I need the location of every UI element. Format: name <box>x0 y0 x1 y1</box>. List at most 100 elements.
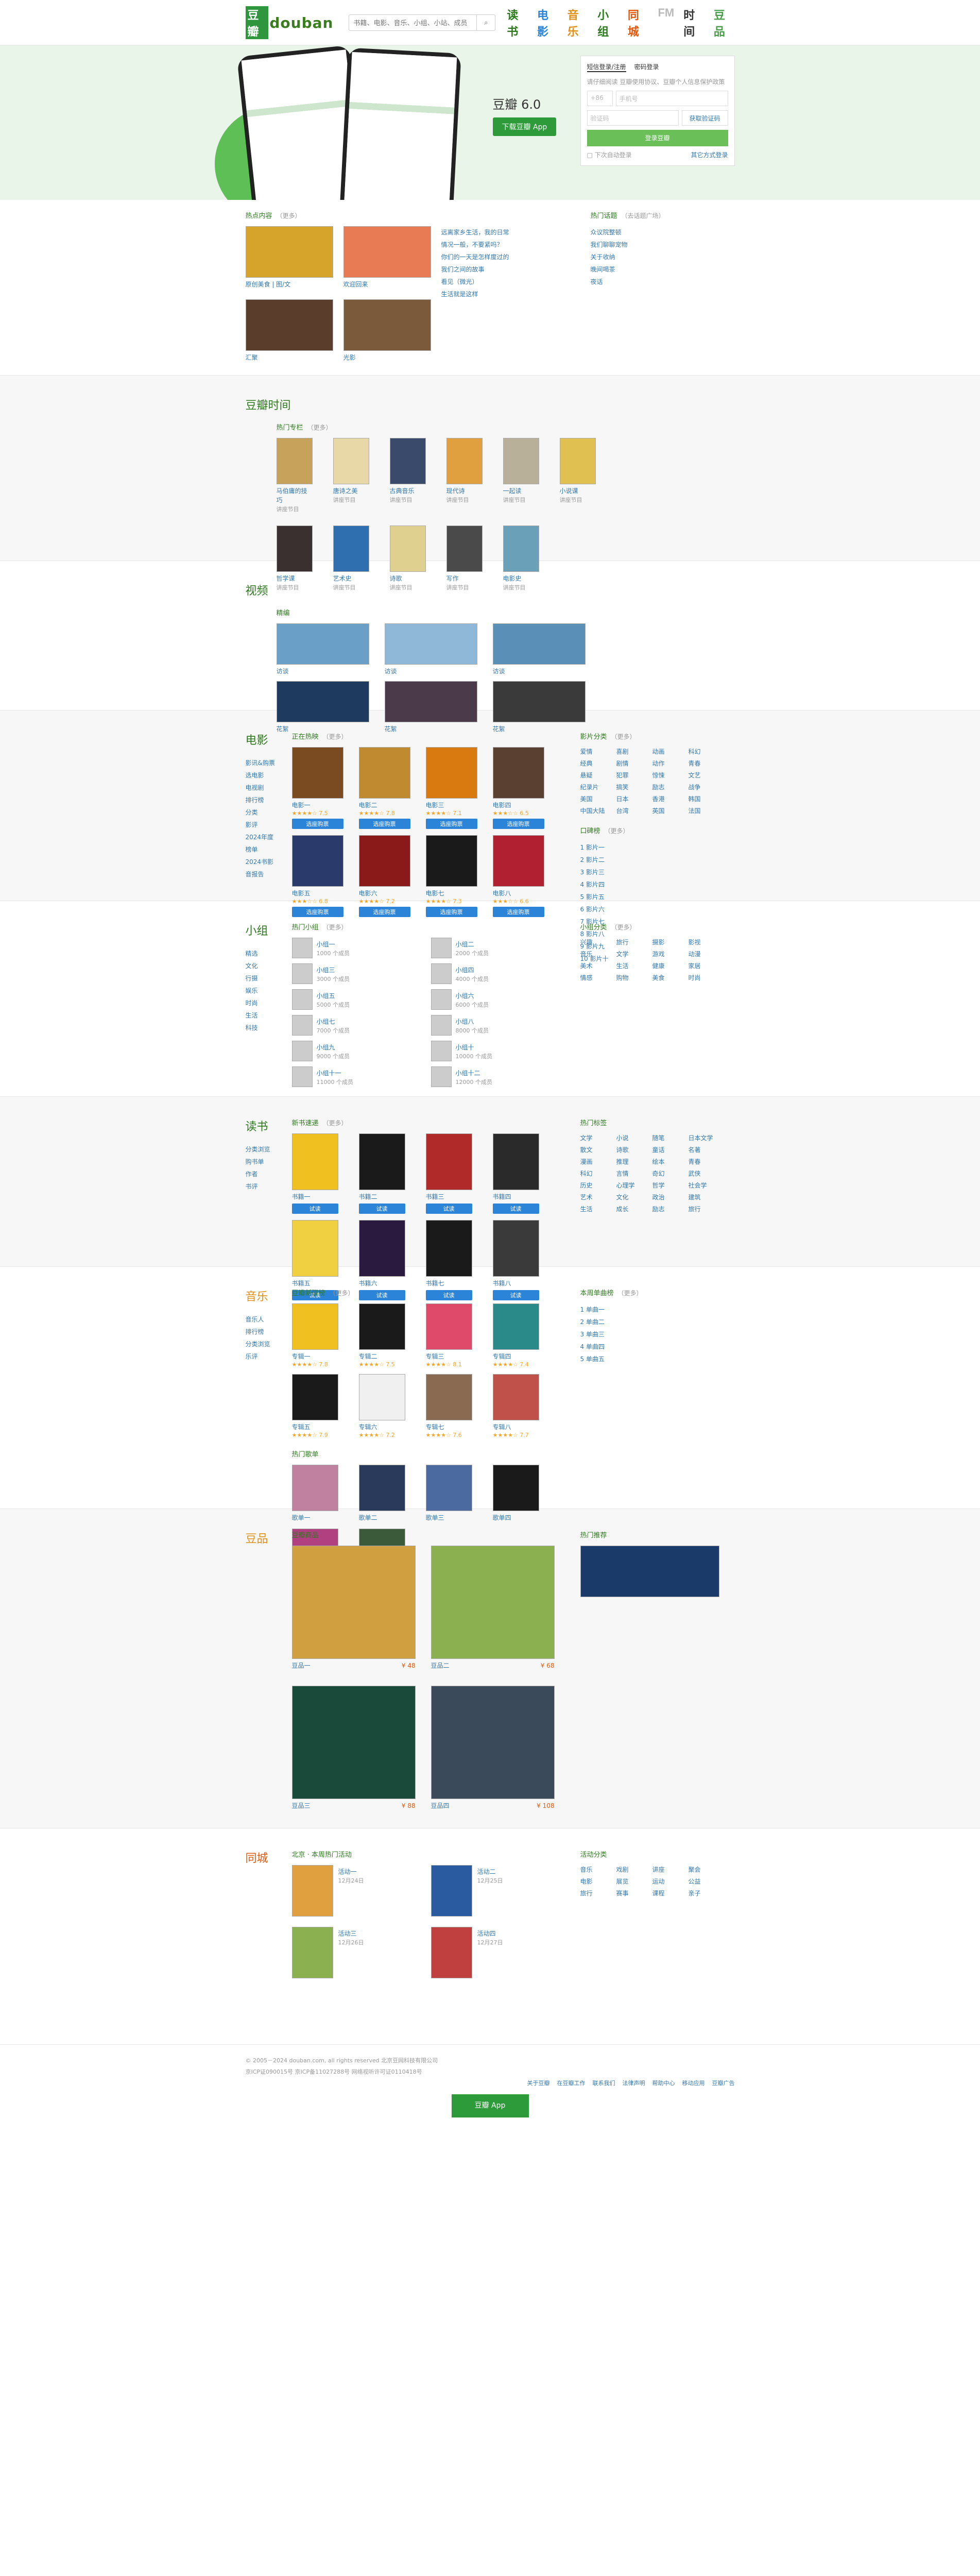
local-cat-link[interactable]: 电影 <box>580 1877 611 1886</box>
book-cover[interactable] <box>492 1133 539 1190</box>
movie-tag[interactable]: 动画 <box>652 747 683 756</box>
featured-card[interactable]: 欢迎回来 <box>343 226 431 289</box>
hot-topics-more-link[interactable]: （去话题广场） <box>622 212 665 219</box>
group-item[interactable]: 小组三 3000 个成员 <box>291 963 416 984</box>
book-tag[interactable]: 名著 <box>689 1145 719 1154</box>
shop-image[interactable] <box>291 1686 416 1799</box>
book-try-button[interactable]: 试读 <box>492 1204 539 1214</box>
group-item[interactable]: 小组二 2000 个成员 <box>431 938 555 958</box>
group-item[interactable]: 小组七 7000 个成员 <box>291 1015 416 1036</box>
shop-item[interactable]: 豆品二 ¥ 68 <box>431 1546 555 1670</box>
music-rank-more[interactable]: （更多） <box>618 1290 643 1297</box>
video-thumb[interactable] <box>492 681 586 722</box>
movie-item[interactable]: 电影六 ★★★★☆ 7.2 选座购票 <box>358 835 410 917</box>
book-side-link[interactable]: 作者 <box>246 1168 277 1180</box>
nav-link[interactable]: FM <box>658 6 674 39</box>
download-app-button[interactable]: 下载豆瓣 App <box>492 117 557 136</box>
hot-topic-link[interactable]: 关于收纳 <box>591 251 735 263</box>
group-item[interactable]: 小组九 9000 个成员 <box>291 1041 416 1061</box>
nav-link[interactable]: 小组 <box>597 6 618 39</box>
movie-title[interactable]: 电影 <box>246 731 277 748</box>
book-tag[interactable]: 童话 <box>652 1145 683 1154</box>
video-caption[interactable]: 访谈 <box>277 667 369 676</box>
movie-item[interactable]: 电影八 ★★★☆☆ 6.6 选座购票 <box>492 835 544 917</box>
movie-tag[interactable]: 剧情 <box>616 759 647 768</box>
event-item[interactable]: 活动一 12月24日 <box>291 1865 416 1917</box>
group-side-link[interactable]: 科技 <box>246 1022 277 1034</box>
movie-tag[interactable]: 英国 <box>652 806 683 815</box>
album-cover[interactable] <box>358 1303 405 1350</box>
time-item[interactable]: 唐诗之美 讲座节目 <box>333 438 369 513</box>
book-item[interactable]: 书籍三 试读 <box>425 1133 472 1214</box>
event-poster[interactable] <box>431 1927 472 1978</box>
video-title[interactable]: 视频 <box>246 582 735 598</box>
event-item[interactable]: 活动二 12月25日 <box>431 1865 555 1917</box>
playlist-title[interactable]: 歌单二 <box>359 1513 405 1522</box>
book-item[interactable]: 书籍二 试读 <box>358 1133 405 1214</box>
group-item[interactable]: 小组十二 12000 个成员 <box>431 1066 555 1087</box>
group-cat-link[interactable]: 家居 <box>689 961 719 970</box>
code-input[interactable]: 验证码 <box>587 110 679 126</box>
album-cover[interactable] <box>291 1374 338 1420</box>
book-tag[interactable]: 诗歌 <box>616 1145 647 1154</box>
group-avatar[interactable] <box>291 1066 313 1087</box>
book-cover[interactable] <box>358 1220 405 1277</box>
book-cover[interactable] <box>291 1133 338 1190</box>
movie-tag[interactable]: 惊悚 <box>652 771 683 779</box>
video-item[interactable]: 访谈 <box>276 623 369 676</box>
nav-link[interactable]: 电影 <box>537 6 558 39</box>
book-side-link[interactable]: 书评 <box>246 1180 277 1193</box>
video-caption[interactable]: 访谈 <box>493 667 586 676</box>
buy-ticket-button[interactable]: 选座购票 <box>492 907 544 917</box>
featured-article-link[interactable]: 你们的一天是怎样度过的 <box>441 251 509 263</box>
local-cat-link[interactable]: 聚会 <box>689 1865 719 1874</box>
time-item-title[interactable]: 一起读 <box>503 486 539 496</box>
time-cover[interactable] <box>503 526 539 572</box>
footer-link[interactable]: 法律声明 <box>623 2078 645 2089</box>
album-cover[interactable] <box>425 1374 472 1420</box>
book-side-link[interactable]: 分类浏览 <box>246 1143 277 1156</box>
book-tag[interactable]: 武侠 <box>689 1169 719 1178</box>
group-cat-link[interactable]: 购物 <box>616 973 647 982</box>
book-tag[interactable]: 科幻 <box>580 1169 611 1178</box>
shop-item-title[interactable]: 豆品四 <box>431 1801 450 1810</box>
shop-title[interactable]: 豆品 <box>246 1530 277 1546</box>
group-side-link[interactable]: 文化 <box>246 960 277 972</box>
music-item[interactable]: 专辑七 ★★★★☆ 7.6 <box>425 1374 472 1438</box>
movie-item[interactable]: 电影四 ★★★☆☆ 6.5 选座购票 <box>492 747 544 829</box>
music-side-link[interactable]: 乐评 <box>246 1350 277 1363</box>
book-tag[interactable]: 励志 <box>652 1205 683 1213</box>
movie-tag[interactable]: 青春 <box>689 759 719 768</box>
music-rank-item[interactable]: 1 单曲一 <box>580 1303 719 1316</box>
album-title[interactable]: 专辑六 <box>359 1422 405 1432</box>
movie-item[interactable]: 电影一 ★★★★☆ 7.5 选座购票 <box>291 747 343 829</box>
movie-side-link[interactable]: 影评 <box>246 819 277 831</box>
video-item[interactable]: 花絮 <box>276 681 369 734</box>
buy-ticket-button[interactable]: 选座购票 <box>291 819 343 829</box>
book-tag[interactable]: 言情 <box>616 1169 647 1178</box>
book-tag[interactable]: 建筑 <box>689 1193 719 1201</box>
movie-item[interactable]: 电影二 ★★★★☆ 7.8 选座购票 <box>358 747 410 829</box>
album-title[interactable]: 专辑三 <box>426 1352 472 1361</box>
movie-tag[interactable]: 喜剧 <box>616 747 647 756</box>
book-tag[interactable]: 漫画 <box>580 1157 611 1166</box>
featured-article-link[interactable]: 看见（微光） <box>441 276 509 288</box>
album-cover[interactable] <box>492 1374 539 1420</box>
buy-ticket-button[interactable]: 选座购票 <box>358 907 410 917</box>
album-cover[interactable] <box>492 1303 539 1350</box>
book-tag[interactable]: 成长 <box>616 1205 647 1213</box>
group-cat-link[interactable]: 文学 <box>616 950 647 958</box>
nav-link[interactable]: 时间 <box>683 6 704 39</box>
event-title[interactable]: 活动四 <box>477 1929 503 1938</box>
group-side-link[interactable]: 行摄 <box>246 972 277 985</box>
event-poster[interactable] <box>431 1865 472 1917</box>
album-title[interactable]: 专辑八 <box>493 1422 539 1432</box>
local-cat-link[interactable]: 旅行 <box>580 1889 611 1897</box>
movie-side-link[interactable]: 排行榜 <box>246 794 277 806</box>
event-title[interactable]: 活动二 <box>477 1867 503 1876</box>
event-title[interactable]: 活动三 <box>338 1929 364 1938</box>
shop-item[interactable]: 豆品四 ¥ 108 <box>431 1686 555 1810</box>
book-title[interactable]: 读书 <box>246 1117 277 1134</box>
hot-topic-link[interactable]: 众议院整顿 <box>591 226 735 239</box>
book-cover[interactable] <box>291 1220 338 1277</box>
